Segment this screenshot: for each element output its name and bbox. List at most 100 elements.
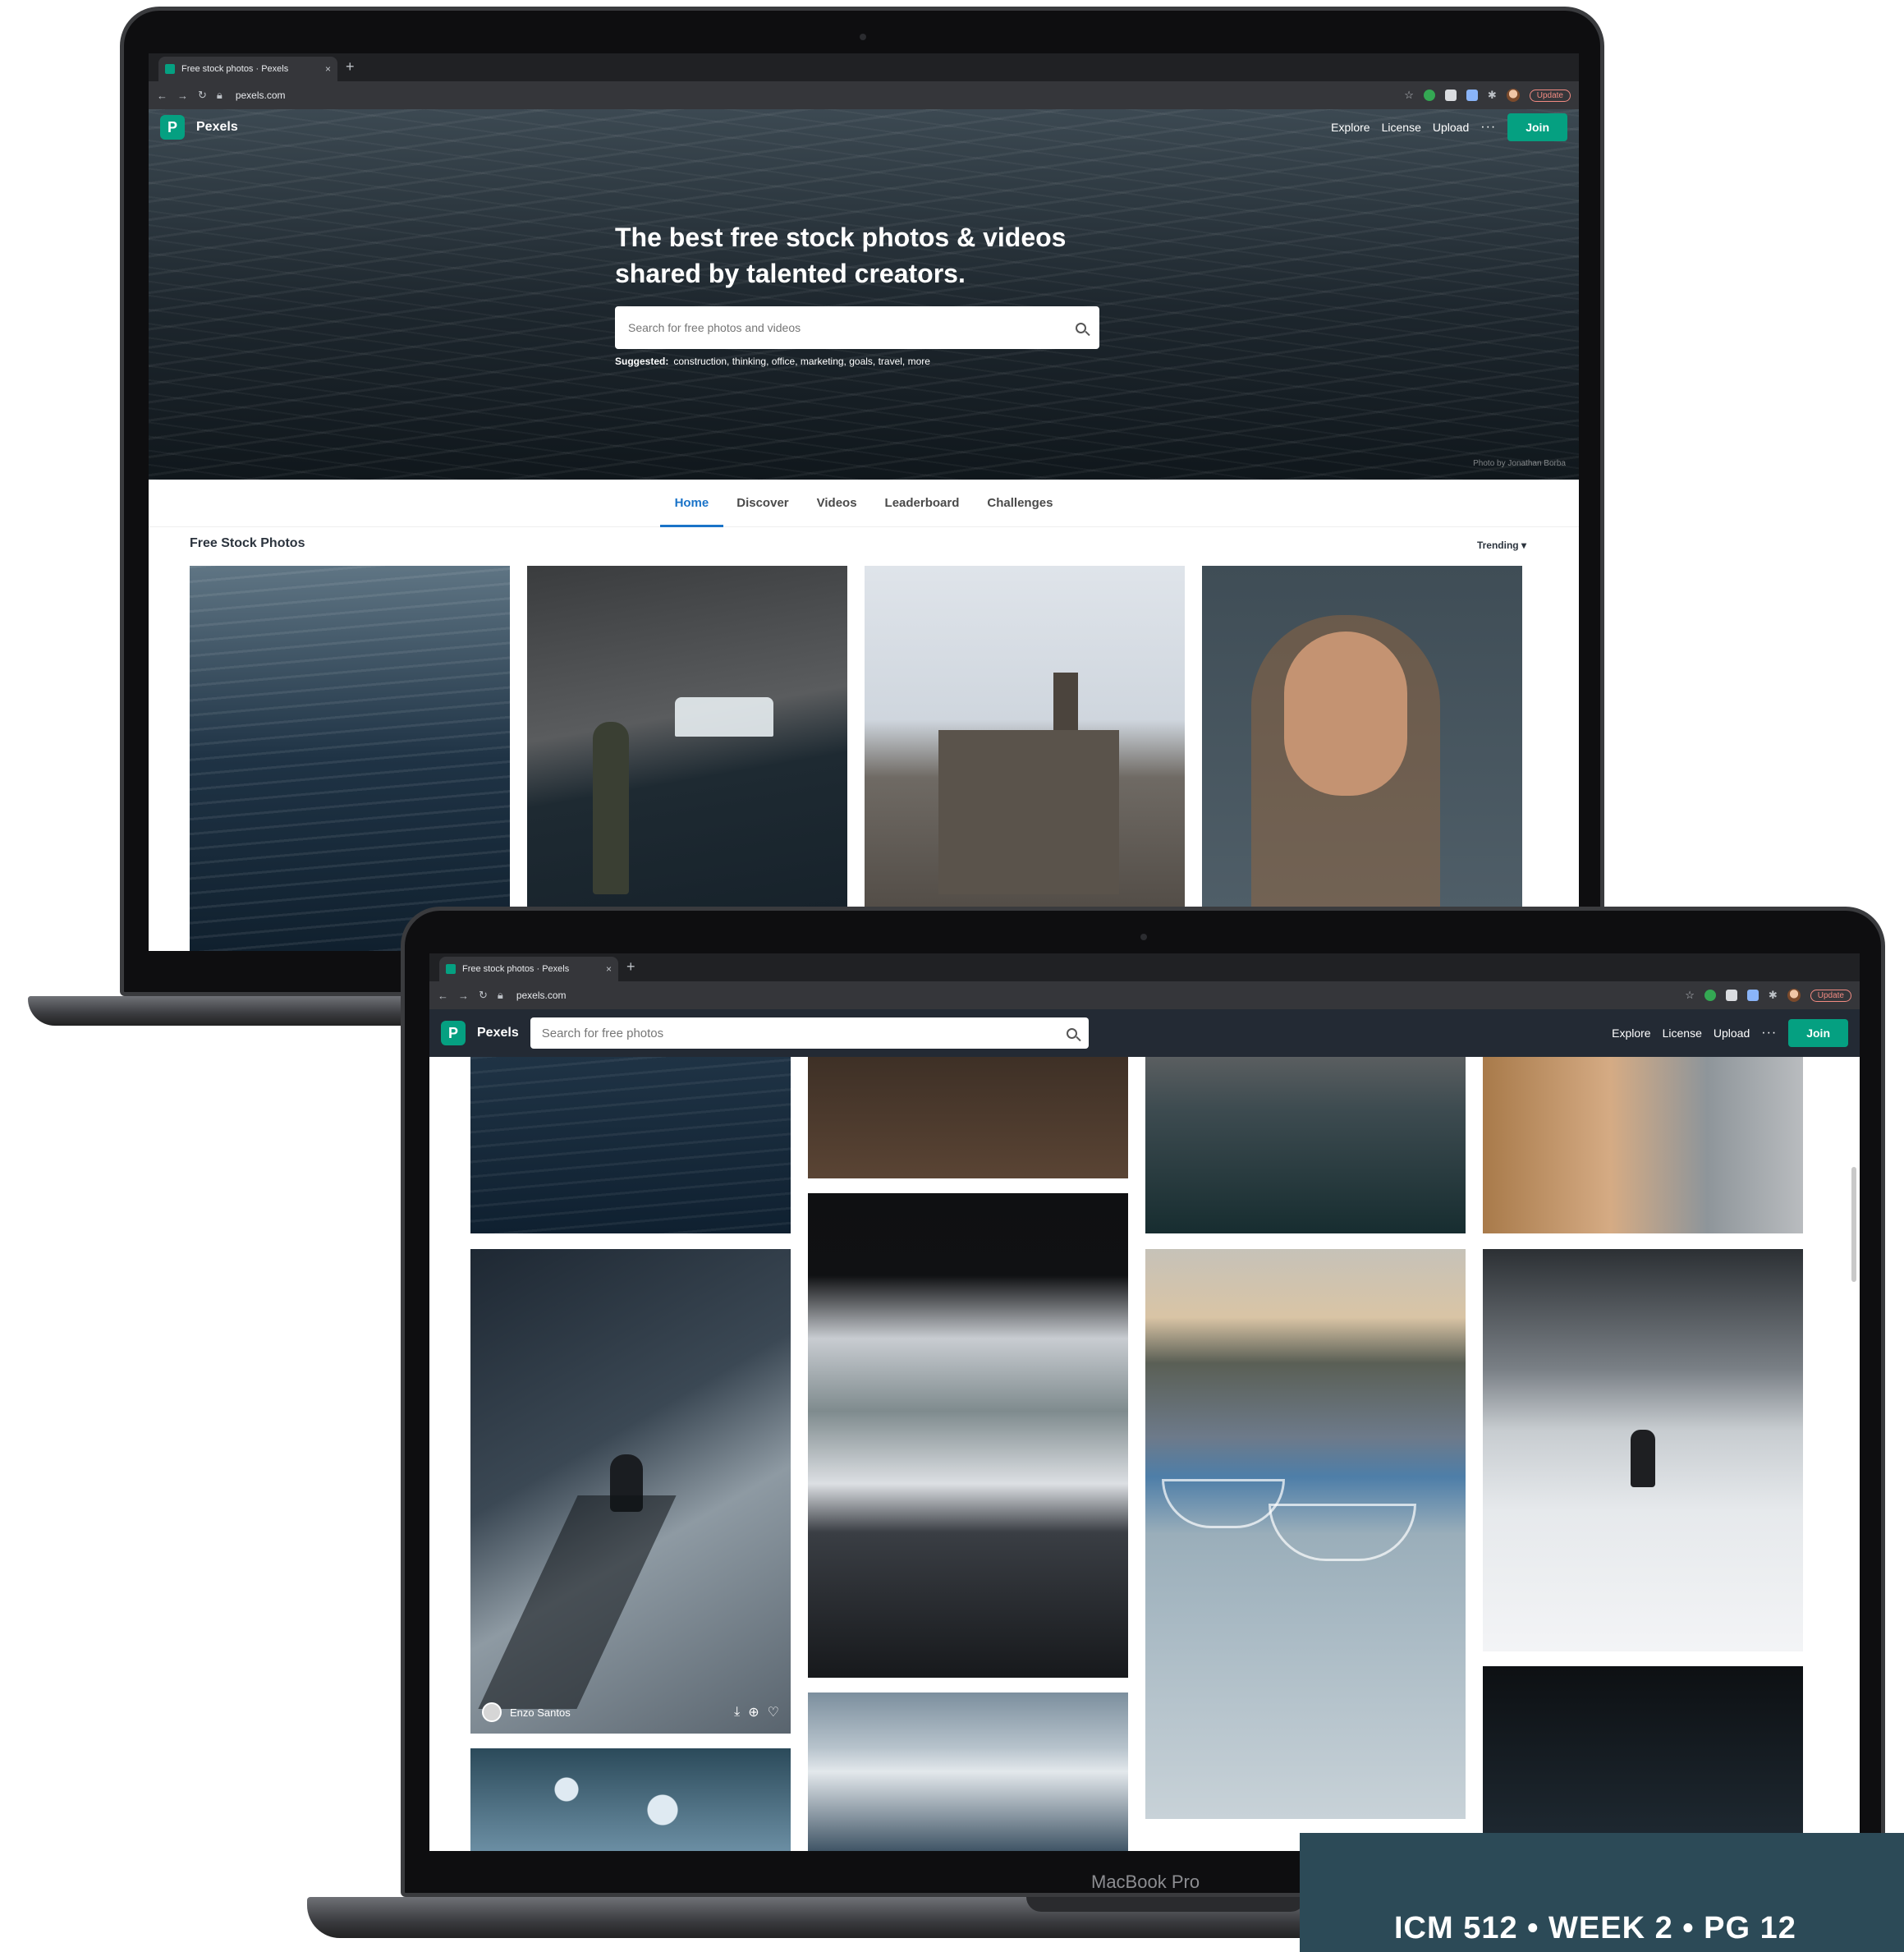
tab-leaderboard[interactable]: Leaderboard	[885, 496, 960, 510]
photo-dark-structure[interactable]	[1483, 1666, 1803, 1851]
front-laptop-lid: Free stock photos · Pexels × + ← → ↻ 🔒︎ …	[401, 907, 1885, 1897]
star-bookmark-icon[interactable]: ☆	[1404, 89, 1414, 102]
puzzle-extensions-icon[interactable]: ✱	[1488, 89, 1497, 102]
pexels-favicon-icon	[165, 64, 175, 74]
nav-license-link[interactable]: License	[1663, 1027, 1702, 1040]
download-icon[interactable]: ⤓	[734, 1705, 740, 1720]
back-laptop-screen: Free stock photos · Pexels × + ← → ↻ 🔒︎ …	[149, 53, 1579, 951]
photographer-name[interactable]: Enzo Santos	[510, 1706, 571, 1719]
browser-tab[interactable]: Free stock photos · Pexels ×	[439, 957, 618, 981]
nav-upload-link[interactable]: Upload	[1714, 1027, 1750, 1040]
extension-cast-icon[interactable]	[1746, 990, 1759, 1001]
photographer-avatar[interactable]	[482, 1702, 502, 1722]
extension-green-icon[interactable]	[1423, 90, 1435, 101]
photo-ocean-waves[interactable]	[470, 1057, 791, 1233]
course-caption: ICM 512 • WEEK 2 • PG 12	[1394, 1911, 1796, 1945]
back-arrow-icon[interactable]: ←	[157, 90, 167, 102]
tab-title: Free stock photos · Pexels	[462, 964, 570, 974]
brand-name[interactable]: Pexels	[477, 1026, 519, 1040]
browser-tab[interactable]: Free stock photos · Pexels ×	[158, 57, 337, 81]
url-field[interactable]: pexels.com	[516, 990, 567, 1001]
lock-icon: 🔒︎	[497, 989, 503, 1001]
nav-upload-link[interactable]: Upload	[1433, 121, 1469, 134]
profile-avatar-icon[interactable]	[1787, 989, 1801, 1002]
nav-explore-link[interactable]: Explore	[1331, 121, 1370, 134]
photo-credit[interactable]: Photo by Jonathan Borba	[1473, 459, 1566, 468]
tab-videos[interactable]: Videos	[817, 496, 857, 510]
nav-license-link[interactable]: License	[1382, 121, 1421, 134]
extension-page-icon[interactable]	[1725, 990, 1737, 1001]
photo-cocktail-glasses[interactable]	[1145, 1249, 1466, 1819]
hero-section: P Pexels Explore License Upload ··· Join…	[149, 109, 1579, 480]
extension-green-icon[interactable]	[1704, 990, 1716, 1001]
search-icon[interactable]	[1066, 1027, 1077, 1039]
tab-title: Free stock photos · Pexels	[181, 64, 289, 74]
reload-icon[interactable]: ↻	[479, 989, 488, 1002]
browser-address-bar: ← → ↻ 🔒︎ pexels.com ☆ ✱ Update	[149, 81, 1579, 109]
front-laptop-camera	[1140, 934, 1147, 940]
suggested-label: Suggested:	[615, 356, 669, 367]
profile-avatar-icon[interactable]	[1506, 89, 1520, 102]
back-laptop-lid: Free stock photos · Pexels × + ← → ↻ 🔒︎ …	[120, 7, 1604, 996]
photo-hand-on-face[interactable]	[1483, 1057, 1803, 1233]
close-tab-icon[interactable]: ×	[325, 63, 331, 75]
section-title: Free Stock Photos	[190, 536, 305, 550]
sort-dropdown[interactable]: Trending ▾	[1477, 540, 1526, 551]
photo-hover-overlay: Enzo Santos ⤓ ⊕ ♡	[482, 1702, 779, 1722]
nav-search-input[interactable]: Search for free photos	[530, 1017, 1089, 1049]
page-scrollbar[interactable]	[1851, 1167, 1856, 1282]
extension-page-icon[interactable]	[1444, 90, 1457, 101]
browser-tab-bar: Free stock photos · Pexels × +	[429, 953, 1860, 981]
new-tab-icon[interactable]: +	[626, 958, 635, 976]
front-laptop-hinge-notch	[1026, 1897, 1305, 1912]
close-tab-icon[interactable]: ×	[606, 963, 612, 975]
new-tab-icon[interactable]: +	[346, 58, 355, 76]
pexels-logo-icon[interactable]: P	[441, 1021, 466, 1045]
update-button[interactable]: Update	[1529, 89, 1571, 102]
photo-person-on-pavement[interactable]: Enzo Santos ⤓ ⊕ ♡	[470, 1249, 791, 1734]
pexels-navbar: P Pexels Search for free photos Explore …	[429, 1009, 1860, 1057]
nav-explore-link[interactable]: Explore	[1612, 1027, 1650, 1040]
laptop-model-label: MacBook Pro	[1091, 1872, 1200, 1892]
photo-boots-on-rocks[interactable]	[808, 1057, 1128, 1178]
join-button[interactable]: Join	[1788, 1019, 1848, 1047]
tab-discover[interactable]: Discover	[736, 496, 788, 510]
pexels-logo-icon[interactable]: P	[160, 115, 185, 140]
forward-arrow-icon[interactable]: →	[458, 990, 469, 1002]
front-laptop-screen: Free stock photos · Pexels × + ← → ↻ 🔒︎ …	[429, 953, 1860, 1851]
star-bookmark-icon[interactable]: ☆	[1685, 989, 1695, 1002]
tab-challenges[interactable]: Challenges	[987, 496, 1053, 510]
photo-hiker-snowy-peak[interactable]	[1483, 1249, 1803, 1651]
pexels-navbar: P Pexels Explore License Upload ··· Join	[149, 109, 1579, 145]
more-menu-icon[interactable]: ···	[1761, 1026, 1777, 1040]
forward-arrow-icon[interactable]: →	[177, 90, 188, 102]
search-icon[interactable]	[1076, 322, 1086, 333]
photo-sailboat-fjord[interactable]	[527, 566, 847, 951]
photo-pier-water[interactable]	[1145, 1057, 1466, 1233]
join-button[interactable]: Join	[1507, 113, 1567, 141]
photo-wooden-house[interactable]	[865, 566, 1185, 951]
photo-portrait-hearts[interactable]	[1202, 566, 1522, 951]
reload-icon[interactable]: ↻	[198, 89, 207, 102]
hero-search-input[interactable]: Search for free photos and videos	[615, 306, 1099, 349]
extension-cast-icon[interactable]	[1466, 90, 1478, 101]
lock-icon: 🔒︎	[216, 89, 223, 101]
photo-snowy-road[interactable]	[808, 1193, 1128, 1678]
back-arrow-icon[interactable]: ←	[438, 990, 448, 1002]
search-placeholder: Search for free photos and videos	[628, 321, 801, 334]
update-button[interactable]: Update	[1810, 989, 1851, 1002]
hero-title: The best free stock photos & videos shar…	[615, 223, 1067, 288]
like-heart-icon[interactable]: ♡	[768, 1704, 779, 1720]
browser-tab-bar: Free stock photos · Pexels × +	[149, 53, 1579, 81]
tab-home[interactable]: Home	[659, 496, 723, 527]
suggested-terms[interactable]: construction, thinking, office, marketin…	[673, 356, 930, 367]
photo-frosted-foliage[interactable]	[470, 1748, 791, 1851]
brand-name[interactable]: Pexels	[196, 120, 238, 135]
url-field[interactable]: pexels.com	[236, 90, 286, 101]
more-menu-icon[interactable]: ···	[1480, 120, 1496, 135]
photo-ocean-waves[interactable]	[190, 566, 510, 951]
add-to-collection-icon[interactable]: ⊕	[748, 1704, 759, 1720]
puzzle-extensions-icon[interactable]: ✱	[1769, 989, 1778, 1002]
photo-snowy-mountains[interactable]	[808, 1692, 1128, 1851]
pexels-favicon-icon	[446, 964, 456, 974]
